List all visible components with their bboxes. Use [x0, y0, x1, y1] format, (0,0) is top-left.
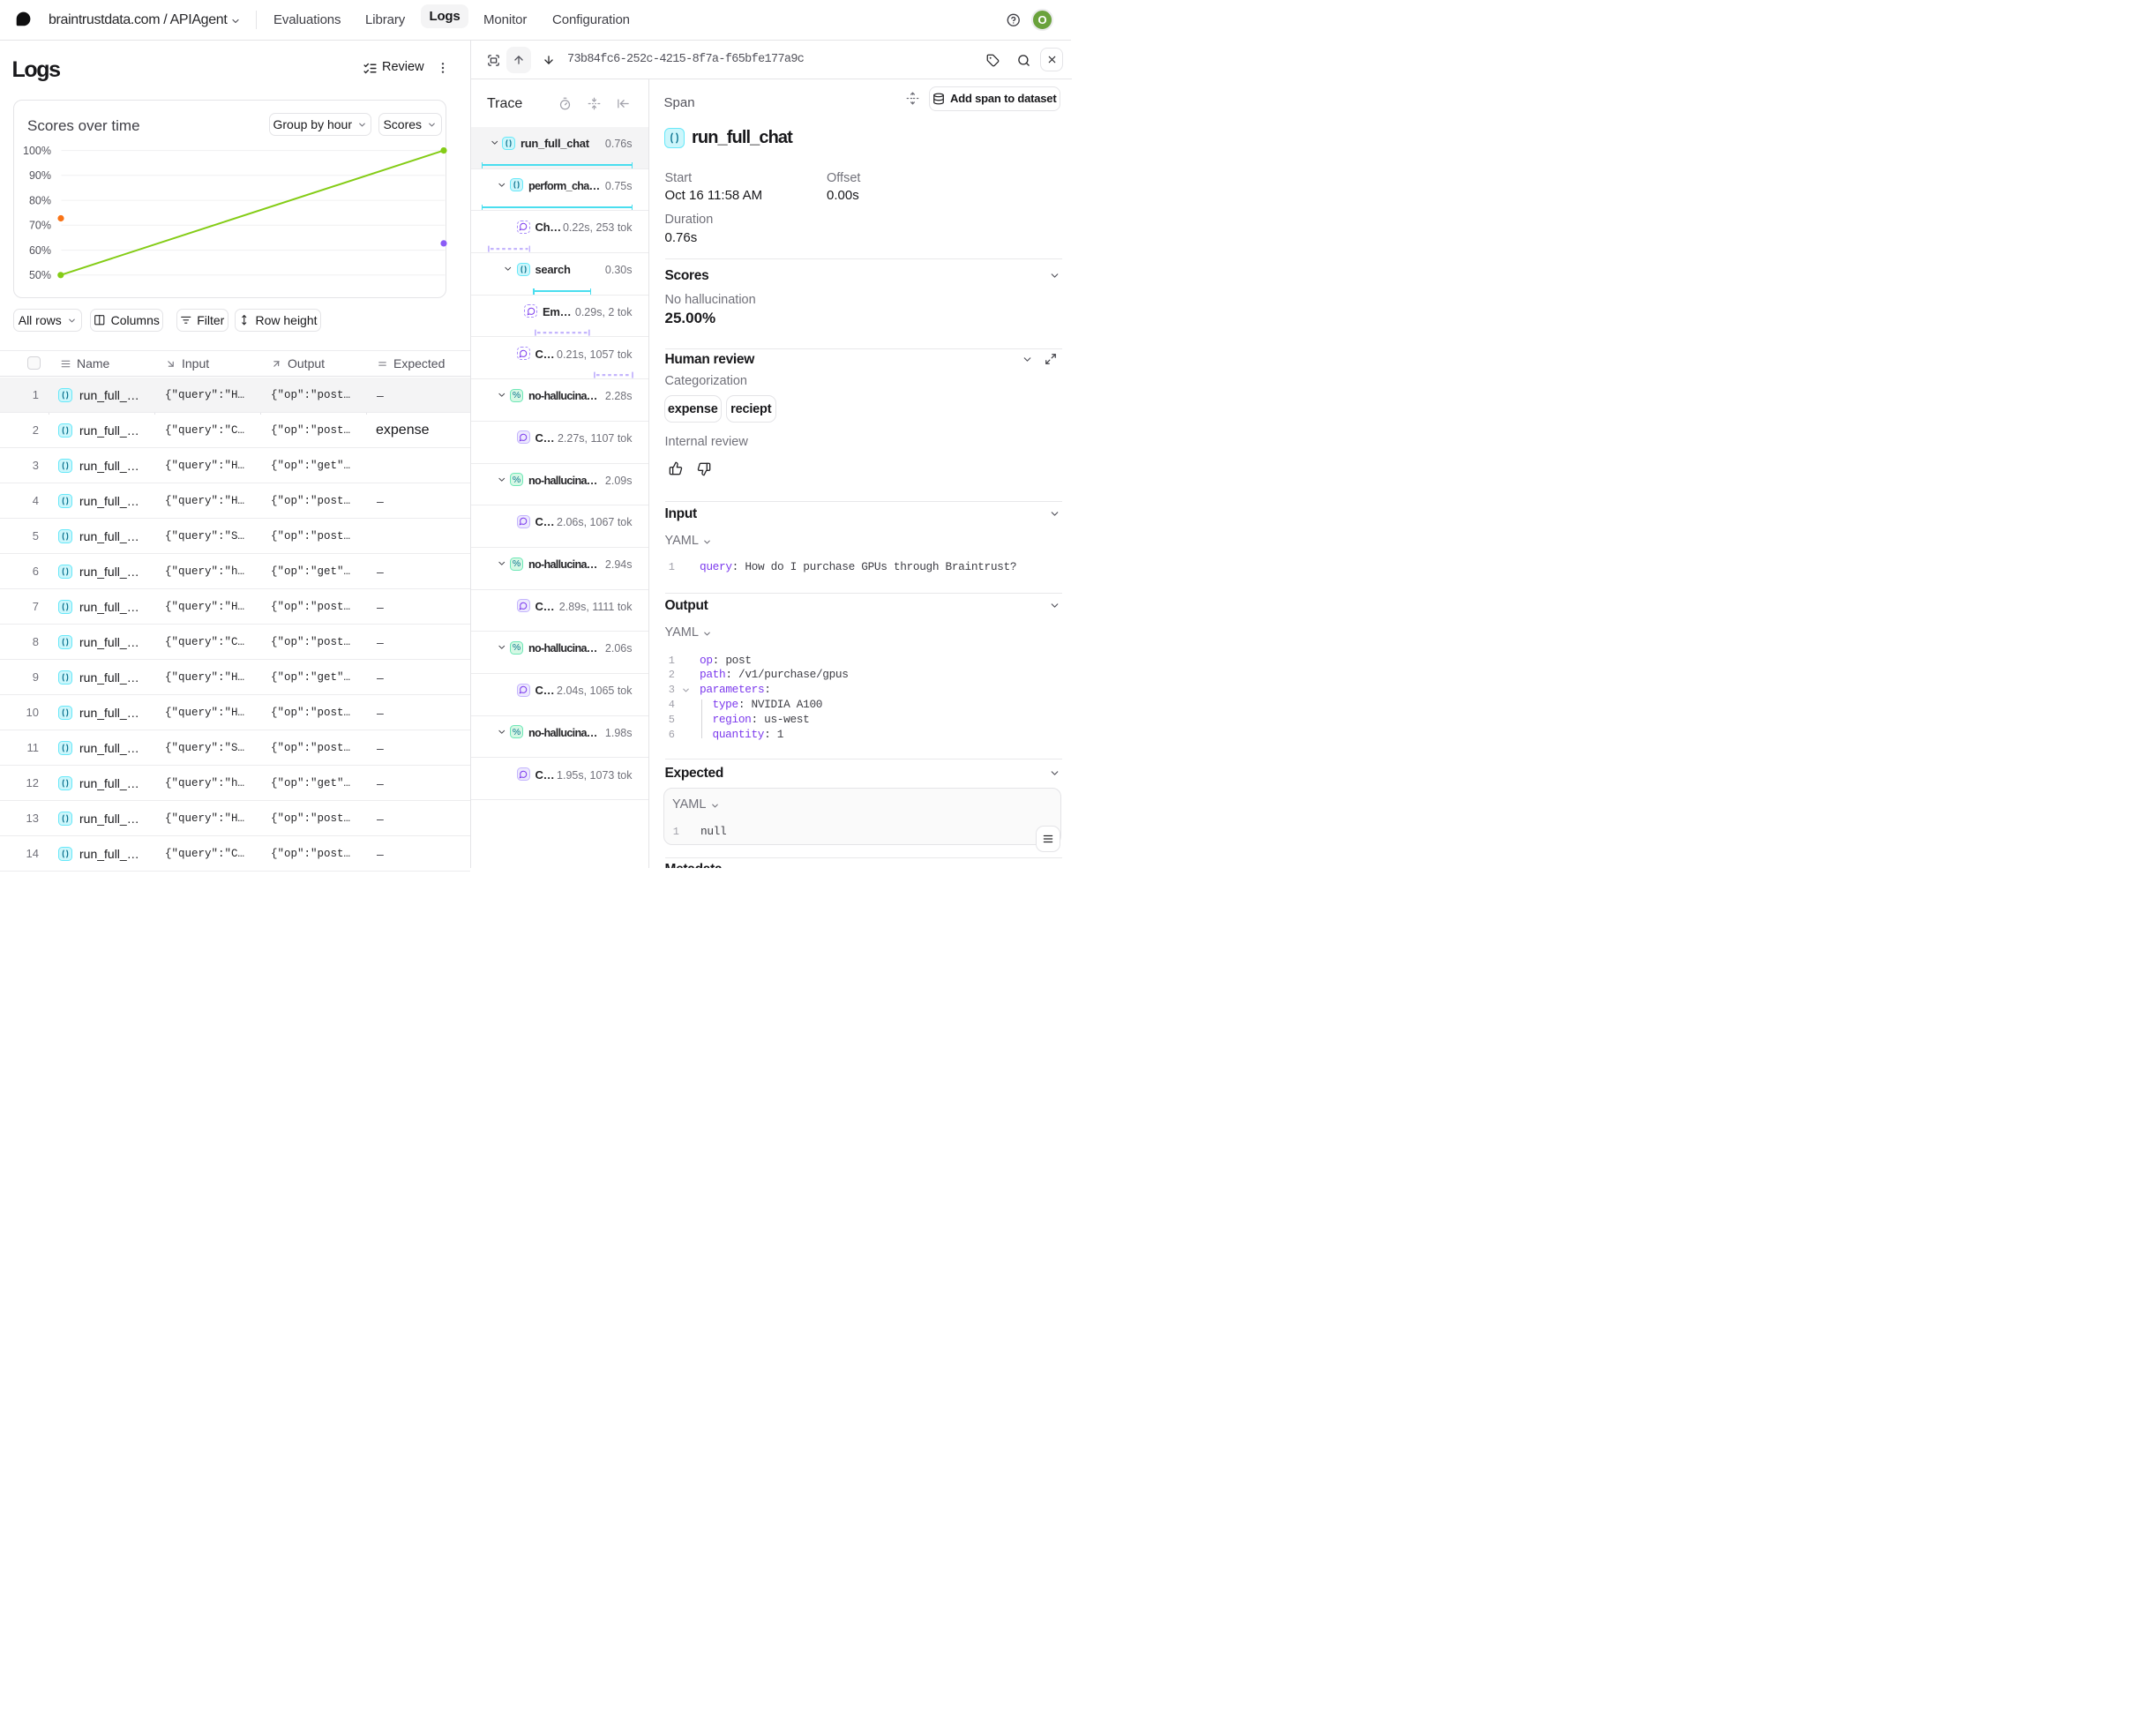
- svg-text:70%: 70%: [28, 220, 50, 232]
- svg-text:50%: 50%: [28, 269, 50, 281]
- svg-text:90%: 90%: [28, 169, 50, 182]
- svg-text:60%: 60%: [28, 244, 50, 257]
- svg-text:100%: 100%: [23, 145, 51, 157]
- svg-text:80%: 80%: [28, 194, 50, 206]
